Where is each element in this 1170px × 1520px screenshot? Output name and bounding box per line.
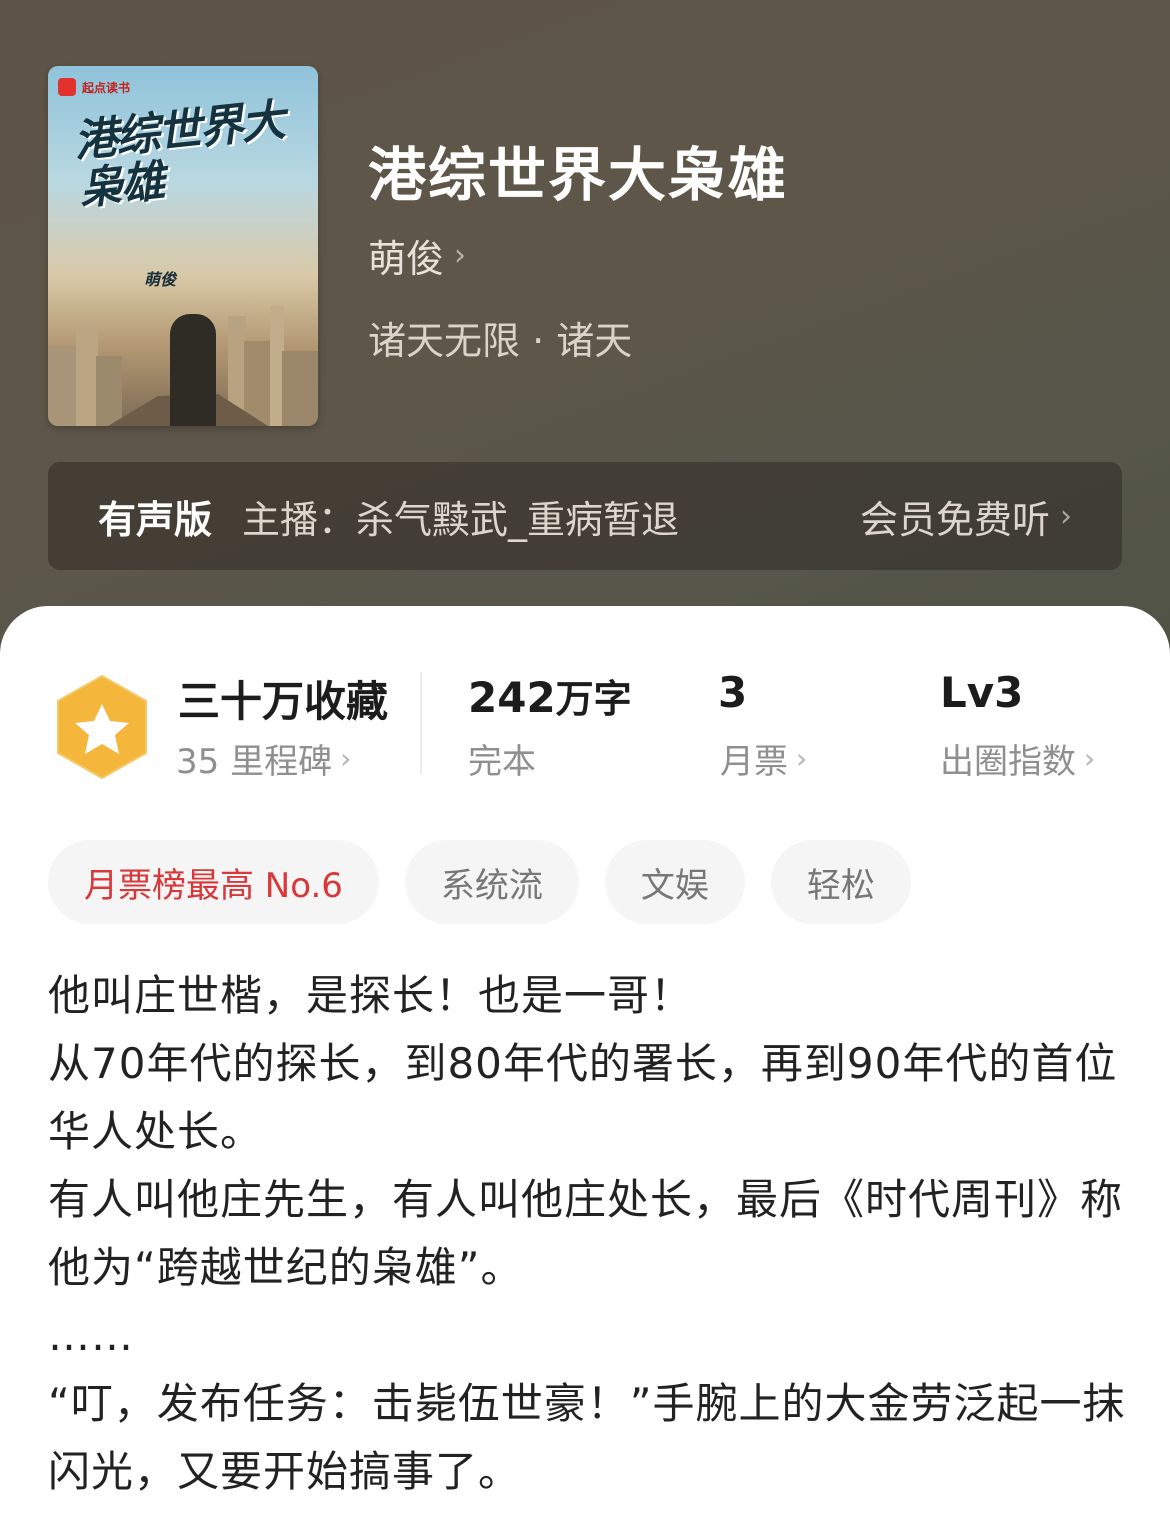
completion-label: 完本 [468, 742, 536, 782]
book-description[interactable]: 他叫庄世楷，是探长！也是一哥！ 从70年代的探长，到80年代的署长，再到90年代… [48, 962, 1128, 1506]
monthly-ticket-label: 月票 [720, 742, 788, 782]
monthly-ticket-count: 3 [718, 668, 748, 717]
audio-host: 主播：杀气黩武_重病暂退 [242, 497, 680, 542]
chevron-right-icon: › [454, 238, 467, 273]
description-line: 他叫庄世楷，是探长！也是一哥！ [48, 971, 694, 1020]
tag-relaxed[interactable]: 轻松 [770, 840, 911, 924]
stats-row: 三十万收藏 35 里程碑 › 242万字 完本 3 月票 › Lv3 出圈指数 … [0, 660, 1170, 790]
audio-label: 有声版 [98, 497, 213, 542]
milestone-link[interactable]: 35 里程碑 › [176, 734, 351, 783]
tag-entertainment[interactable]: 文娱 [604, 840, 745, 924]
cover-author: 萌俊 [144, 270, 177, 289]
completion-status: 完本 [468, 734, 536, 783]
star-badge-icon [57, 674, 147, 780]
description-line: 从70年代的探长，到80年代的署长，再到90年代的首位华人处长。 [48, 1039, 1118, 1156]
book-title: 港综世界大枭雄 [368, 141, 789, 209]
book-genre: 诸天无限 · 诸天 [368, 319, 633, 363]
cover-brand-text: 起点读书 [82, 80, 131, 95]
chevron-right-icon: › [1084, 742, 1096, 775]
cover-brand: 起点读书 [58, 78, 130, 96]
qidian-logo-icon [58, 78, 76, 96]
tag-rank[interactable]: 月票榜最高 No.6 [48, 840, 379, 924]
description-line: …… [48, 1311, 134, 1360]
chevron-right-icon: › [340, 742, 352, 775]
book-cover[interactable]: 起点读书 港综世界大枭雄 萌俊 [48, 66, 318, 426]
word-count: 242万字 [468, 668, 632, 723]
stats-divider [420, 672, 422, 774]
description-line: “叮，发布任务：击毙伍世豪！”手腕上的大金劳泛起一抹闪光，又要开始搞事了。 [48, 1379, 1126, 1496]
chevron-right-icon: › [1060, 498, 1072, 534]
cover-figure [170, 314, 216, 426]
word-count-number: 242 [468, 673, 556, 722]
member-free-listen-button[interactable]: 会员免费听 › [860, 489, 1072, 544]
author-link[interactable]: 萌俊 › [368, 228, 466, 283]
tag-list: 月票榜最高 No.6 系统流 文娱 轻松 [48, 840, 911, 924]
monthly-ticket-link[interactable]: 月票 › [720, 734, 807, 783]
chevron-right-icon: › [796, 742, 808, 775]
tag-system[interactable]: 系统流 [404, 840, 579, 924]
collect-count: 三十万收藏 [178, 677, 389, 726]
milestone-label: 35 里程碑 [176, 742, 333, 782]
audio-cta-label: 会员免费听 [859, 497, 1050, 542]
description-line: 有人叫他庄先生，有人叫他庄处长，最后《时代周刊》称他为“跨越世纪的枭雄”。 [48, 1175, 1124, 1292]
author-name: 萌俊 [368, 237, 445, 281]
popularity-index-link[interactable]: 出圈指数 › [940, 734, 1095, 783]
popularity-index-label: 出圈指数 [940, 742, 1076, 782]
popularity-level: Lv3 [940, 668, 1024, 717]
word-count-unit: 万字 [555, 677, 632, 721]
cover-title: 港综世界大枭雄 [71, 94, 286, 216]
audio-version-bar[interactable]: 有声版 主播：杀气黩武_重病暂退 会员免费听 › [48, 462, 1122, 570]
